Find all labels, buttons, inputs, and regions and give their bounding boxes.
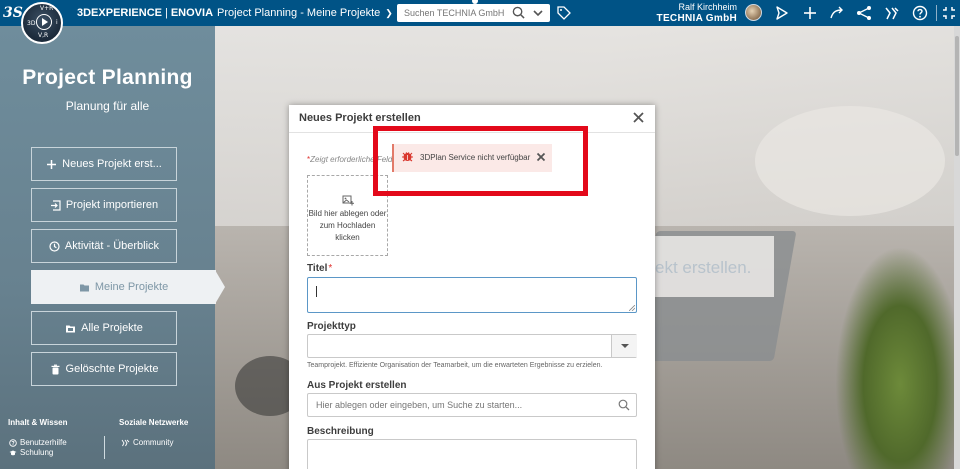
top-bar: 3S 3DEXPERIENCE | ENOVIA Project Planning -… [0,0,960,26]
footer-link-label: Benutzerhilfe [20,438,67,447]
page-scrollbar[interactable] [954,26,960,469]
sidebar-item-label: Meine Projekte [94,281,169,293]
projecttype-hint: Teamprojekt. Effiziente Organisation der… [307,362,603,369]
footer-heading-knowledge: Inhalt & Wissen [8,418,68,427]
footer-heading-social: Soziale Netzwerke [119,418,189,427]
sidebar-item-my-projects[interactable]: Meine Projekte [31,270,216,304]
dropzone-text: Bild hier ablegen oder zum Hochladen kli… [308,209,387,242]
global-search-input[interactable] [397,4,505,22]
sidebar-title: Project Planning [22,66,193,89]
graduation-cap-icon [9,450,17,455]
sidebar-item-label: Projekt importieren [65,199,159,211]
compass-left-label: 3D [27,20,36,27]
compass-icon[interactable]: V+R 3D i V,R [21,2,63,44]
folders-icon [66,325,76,332]
ds-logo: 3S [3,5,23,21]
app-brand[interactable]: 3DEXPERIENCE | ENOVIA Project Planning - Me… [77,7,393,19]
sidebar-item-deleted-projects[interactable]: Gelöschte Projekte [31,352,177,386]
text-caret [316,286,317,297]
global-search[interactable] [397,4,550,22]
projecttype-label: Projekttyp [307,321,356,332]
trash-icon [51,364,60,374]
import-icon [50,199,61,211]
chevron-down-icon[interactable]: ❯ [385,8,393,19]
user-info[interactable]: Ralf Kirchheim TECHNIA GmbH [620,2,737,24]
user-company: TECHNIA GmbH [656,13,737,24]
resize-handle-icon[interactable] [629,305,635,311]
fullscreen-icon[interactable] [941,5,957,21]
footer-link-label: Schulung [20,448,54,457]
compass-right-label: i [56,19,58,26]
sidebar-subtitle: Planung für alle [65,99,150,113]
tag-icon[interactable] [557,6,571,20]
projecttype-select[interactable] [307,334,637,358]
footer-divider [104,436,105,459]
brand-3dexperience: 3DEXPERIENCE [77,7,162,19]
footer-link-user-help[interactable]: Benutzerhilfe [9,438,67,447]
search-dropdown-icon[interactable] [531,7,545,19]
sidebar-item-new-project[interactable]: Neues Projekt erst... [31,147,177,181]
banner-text: ekt erstellen. [655,258,752,277]
help-icon [9,438,17,447]
sidebar-item-label: Gelöschte Projekte [65,363,159,375]
sidebar-item-label: Aktivität - Überblick [64,240,160,252]
folder-icon [79,284,89,291]
plus-icon[interactable] [802,5,818,21]
footer-link-community[interactable]: Community [121,438,173,447]
dialog-title: Neues Projekt erstellen [299,112,421,124]
close-icon[interactable] [631,110,646,125]
sidebar-item-import-project[interactable]: Projekt importieren [31,188,177,222]
highlight-box [373,126,588,196]
compass-play-icon [36,14,52,30]
share-icon[interactable] [774,5,790,21]
sidebar-item-label: Alle Projekte [81,322,143,334]
title-label: Titel* [307,263,333,274]
app-title: Project Planning - Meine Projekte [217,7,381,19]
description-label: Beschreibung [307,426,374,437]
plus-icon [47,159,57,169]
from-project-search[interactable] [307,393,637,417]
chevron-down-icon[interactable] [611,335,637,357]
sidebar-item-activity-overview[interactable]: Aktivität - Überblick [31,229,177,263]
send-icon[interactable] [829,5,845,21]
network-icon[interactable] [856,5,872,21]
community-icon [121,439,130,446]
avatar[interactable] [745,4,762,21]
sidebar-item-all-projects[interactable]: Alle Projekte [31,311,177,345]
tools-icon[interactable] [884,5,900,21]
from-project-input[interactable] [308,394,608,416]
sidebar-item-label: Neues Projekt erst... [62,158,162,170]
search-icon[interactable] [618,399,630,411]
footer-link-training[interactable]: Schulung [9,448,53,457]
search-icon[interactable] [512,6,525,19]
from-project-label: Aus Projekt erstellen [307,380,407,391]
user-name: Ralf Kirchheim [678,2,737,12]
description-input[interactable] [307,439,637,469]
brand-separator: | [164,7,168,19]
title-input[interactable] [307,277,637,313]
compass-top-label: V+R [40,5,54,12]
footer-link-label: Community [133,438,174,447]
image-upload-icon [342,195,354,206]
clock-icon [49,240,60,252]
topbar-divider [936,5,937,21]
help-icon[interactable] [912,5,928,21]
brand-enovia: ENOVIA [170,7,214,19]
active-item-pointer [215,270,225,304]
compass-bottom-label: V,R [38,32,49,39]
sidebar: Project Planning Planung für alle Neues … [0,26,216,469]
